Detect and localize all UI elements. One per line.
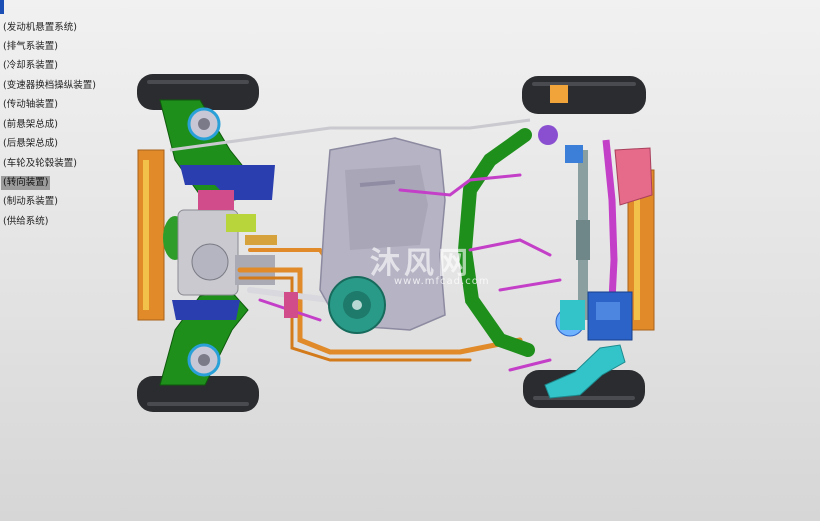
center-bracket <box>284 292 298 318</box>
tree-item-front-suspension[interactable]: (前悬架总成) <box>1 118 60 132</box>
cad-viewport[interactable] <box>0 0 820 521</box>
right-frame <box>457 128 535 357</box>
tree-item-steering[interactable]: (转向装置) <box>1 176 51 190</box>
wheel-hub-front-right <box>538 125 558 145</box>
tree-item-brakes[interactable]: (制动系装置) <box>1 195 60 209</box>
tree-item-engine-mount[interactable]: (发动机悬置系统) <box>1 21 79 35</box>
assembly-tree: (发动机悬置系统) (排气系装置) (冷却系装置) (变速器换档操纵装置) (传… <box>0 0 110 240</box>
tree-item-rear-suspension[interactable]: (后悬架总成) <box>1 137 60 151</box>
tree-item-shift-control[interactable]: (变速器换档操纵装置) <box>1 79 98 93</box>
tree-item-exhaust[interactable]: (排气系装置) <box>1 40 60 54</box>
tree-item-wheels-hubs[interactable]: (车轮及轮毂装置) <box>1 157 79 171</box>
spare-wheel[interactable] <box>328 276 386 334</box>
tree-root-marker <box>0 0 4 14</box>
hub-bracket <box>565 145 583 163</box>
front-right-tire[interactable] <box>522 76 646 114</box>
tree-item-driveshaft[interactable]: (传动轴装置) <box>1 98 60 112</box>
tree-item-cooling[interactable]: (冷却系装置) <box>1 59 60 73</box>
tree-item-fuel-supply[interactable]: (供给系统) <box>1 215 50 229</box>
